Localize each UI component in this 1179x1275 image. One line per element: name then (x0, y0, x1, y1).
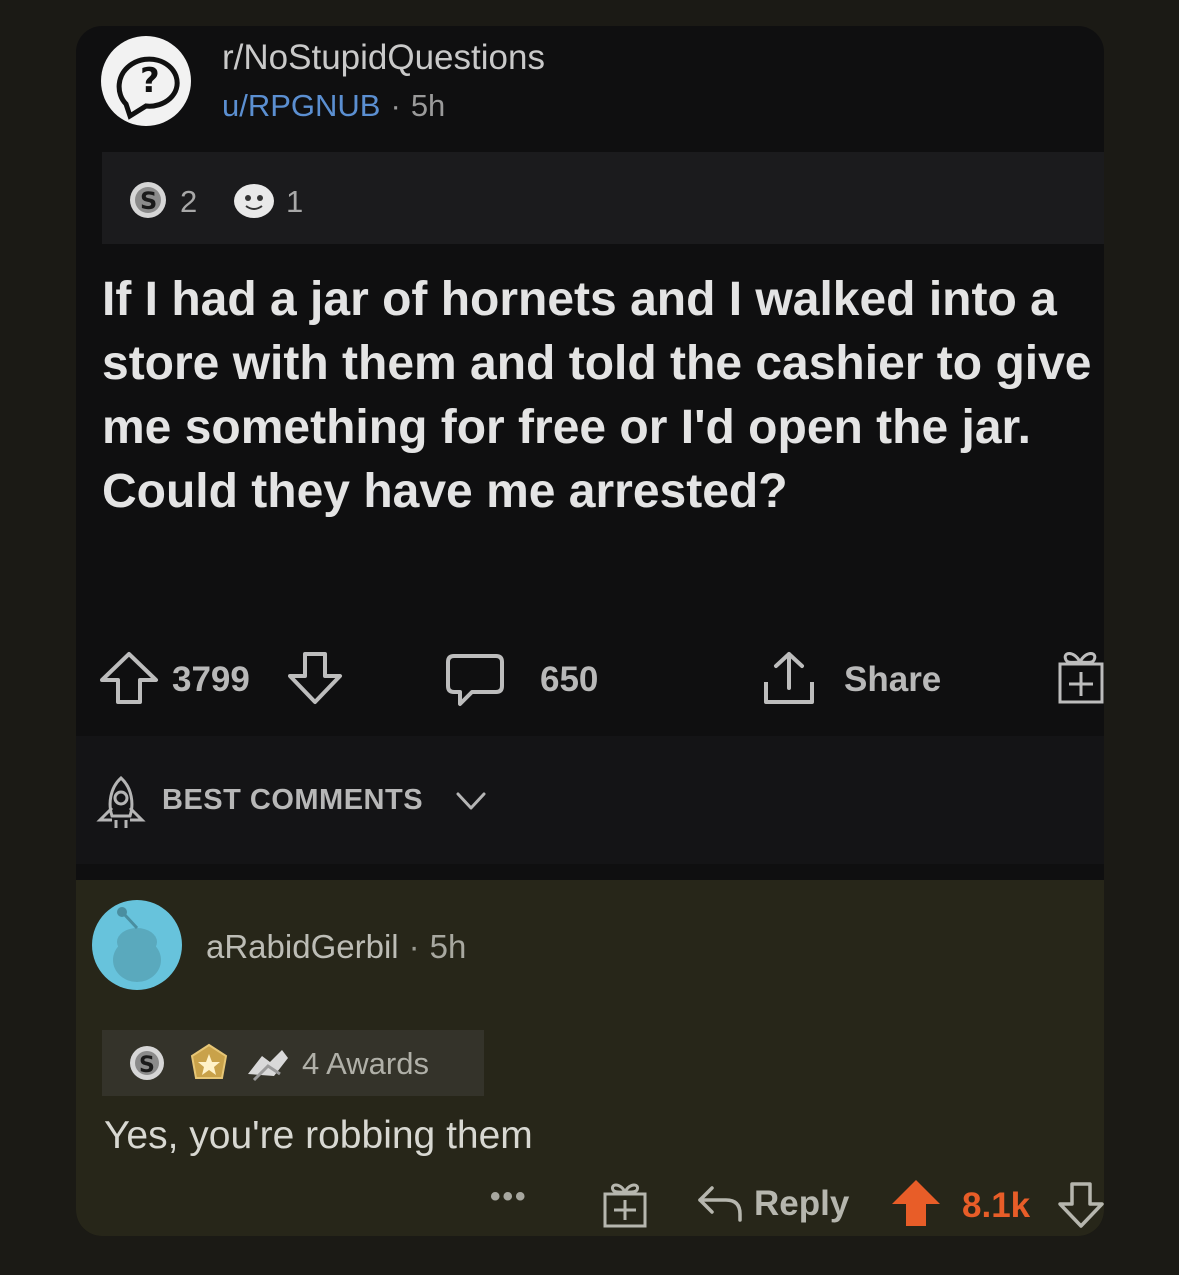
post-author-link[interactable]: u/RPGNUB (222, 88, 380, 123)
award-gift-icon[interactable] (1056, 646, 1104, 713)
post-title[interactable]: If I had a jar of hornets and I walked i… (102, 268, 1102, 524)
svg-text:S: S (139, 1053, 155, 1078)
comment-awards-label: 4 Awards (302, 1046, 429, 1081)
comment-count[interactable]: 650 (540, 660, 598, 700)
sort-label[interactable]: BEST COMMENTS (162, 784, 423, 817)
share-icon[interactable] (758, 648, 820, 715)
wholesome-award-count: 1 (286, 184, 304, 219)
more-options-button[interactable]: ••• (490, 1180, 528, 1214)
comment-bubble-icon[interactable] (444, 648, 506, 715)
chevron-down-icon[interactable] (454, 788, 488, 819)
comment-meta: aRabidGerbil · 5h (206, 928, 466, 966)
hands-award-icon (244, 1044, 292, 1089)
meta-separator: · (390, 88, 401, 123)
svg-text:S: S (140, 187, 157, 215)
downvote-icon[interactable] (284, 648, 346, 713)
upvote-active-icon[interactable] (888, 1176, 944, 1235)
reply-arrow-icon[interactable] (694, 1182, 746, 1231)
upvote-icon[interactable] (96, 648, 162, 713)
reply-button[interactable]: Reply (754, 1184, 849, 1224)
downvote-icon[interactable] (1056, 1178, 1106, 1235)
comment-meta-separator: · (408, 928, 420, 965)
gold-star-award-icon (188, 1042, 230, 1089)
silver-award-icon: S (128, 180, 168, 225)
comment-score: 8.1k (962, 1186, 1031, 1225)
silver-award-icon: S (128, 1044, 166, 1087)
svg-text:?: ? (140, 61, 160, 101)
comment-body: Yes, you're robbing them (104, 1114, 533, 1157)
silver-award-count: 2 (180, 184, 198, 219)
post-age: 5h (410, 88, 446, 123)
subreddit-icon[interactable]: ? (96, 34, 196, 135)
post-score: 3799 (172, 660, 250, 699)
post-meta: u/RPGNUB · 5h (222, 88, 445, 124)
rocket-sort-icon (92, 774, 150, 837)
comment-age: 5h (429, 928, 467, 965)
award-gift-icon[interactable] (600, 1178, 650, 1235)
share-label[interactable]: Share (844, 660, 941, 700)
avatar[interactable] (90, 898, 184, 997)
wholesome-award-icon (232, 180, 276, 225)
subreddit-name[interactable]: r/NoStupidQuestions (222, 38, 545, 78)
comment-author-link[interactable]: aRabidGerbil (206, 928, 399, 965)
